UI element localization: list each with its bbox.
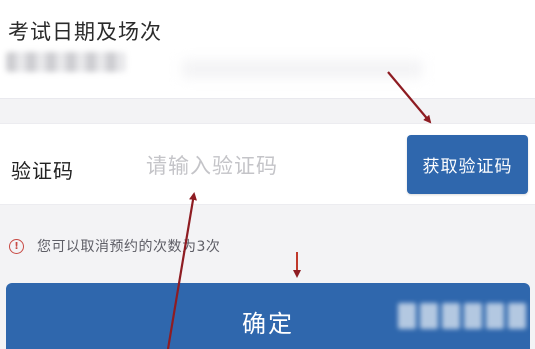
- exam-date-value-blurred: [6, 52, 126, 72]
- cancel-count-notice: ! 您可以取消预约的次数为3次: [9, 236, 220, 256]
- exam-date-value-blur-tail: [182, 60, 422, 78]
- exam-date-section: 考试日期及场次: [0, 0, 535, 99]
- watermark-blurred: [398, 292, 528, 340]
- cancel-appointment-form: 考试日期及场次 验证码 获取验证码 ! 您可以取消预约的次数为3次 确定: [0, 0, 535, 349]
- verification-code-input[interactable]: [136, 146, 404, 186]
- get-verification-code-button[interactable]: 获取验证码: [407, 135, 528, 194]
- exam-date-label: 考试日期及场次: [8, 20, 162, 44]
- verification-code-label: 验证码: [11, 159, 74, 183]
- info-circle-icon: !: [9, 238, 24, 254]
- cancel-count-notice-text: 您可以取消预约的次数为3次: [37, 239, 221, 255]
